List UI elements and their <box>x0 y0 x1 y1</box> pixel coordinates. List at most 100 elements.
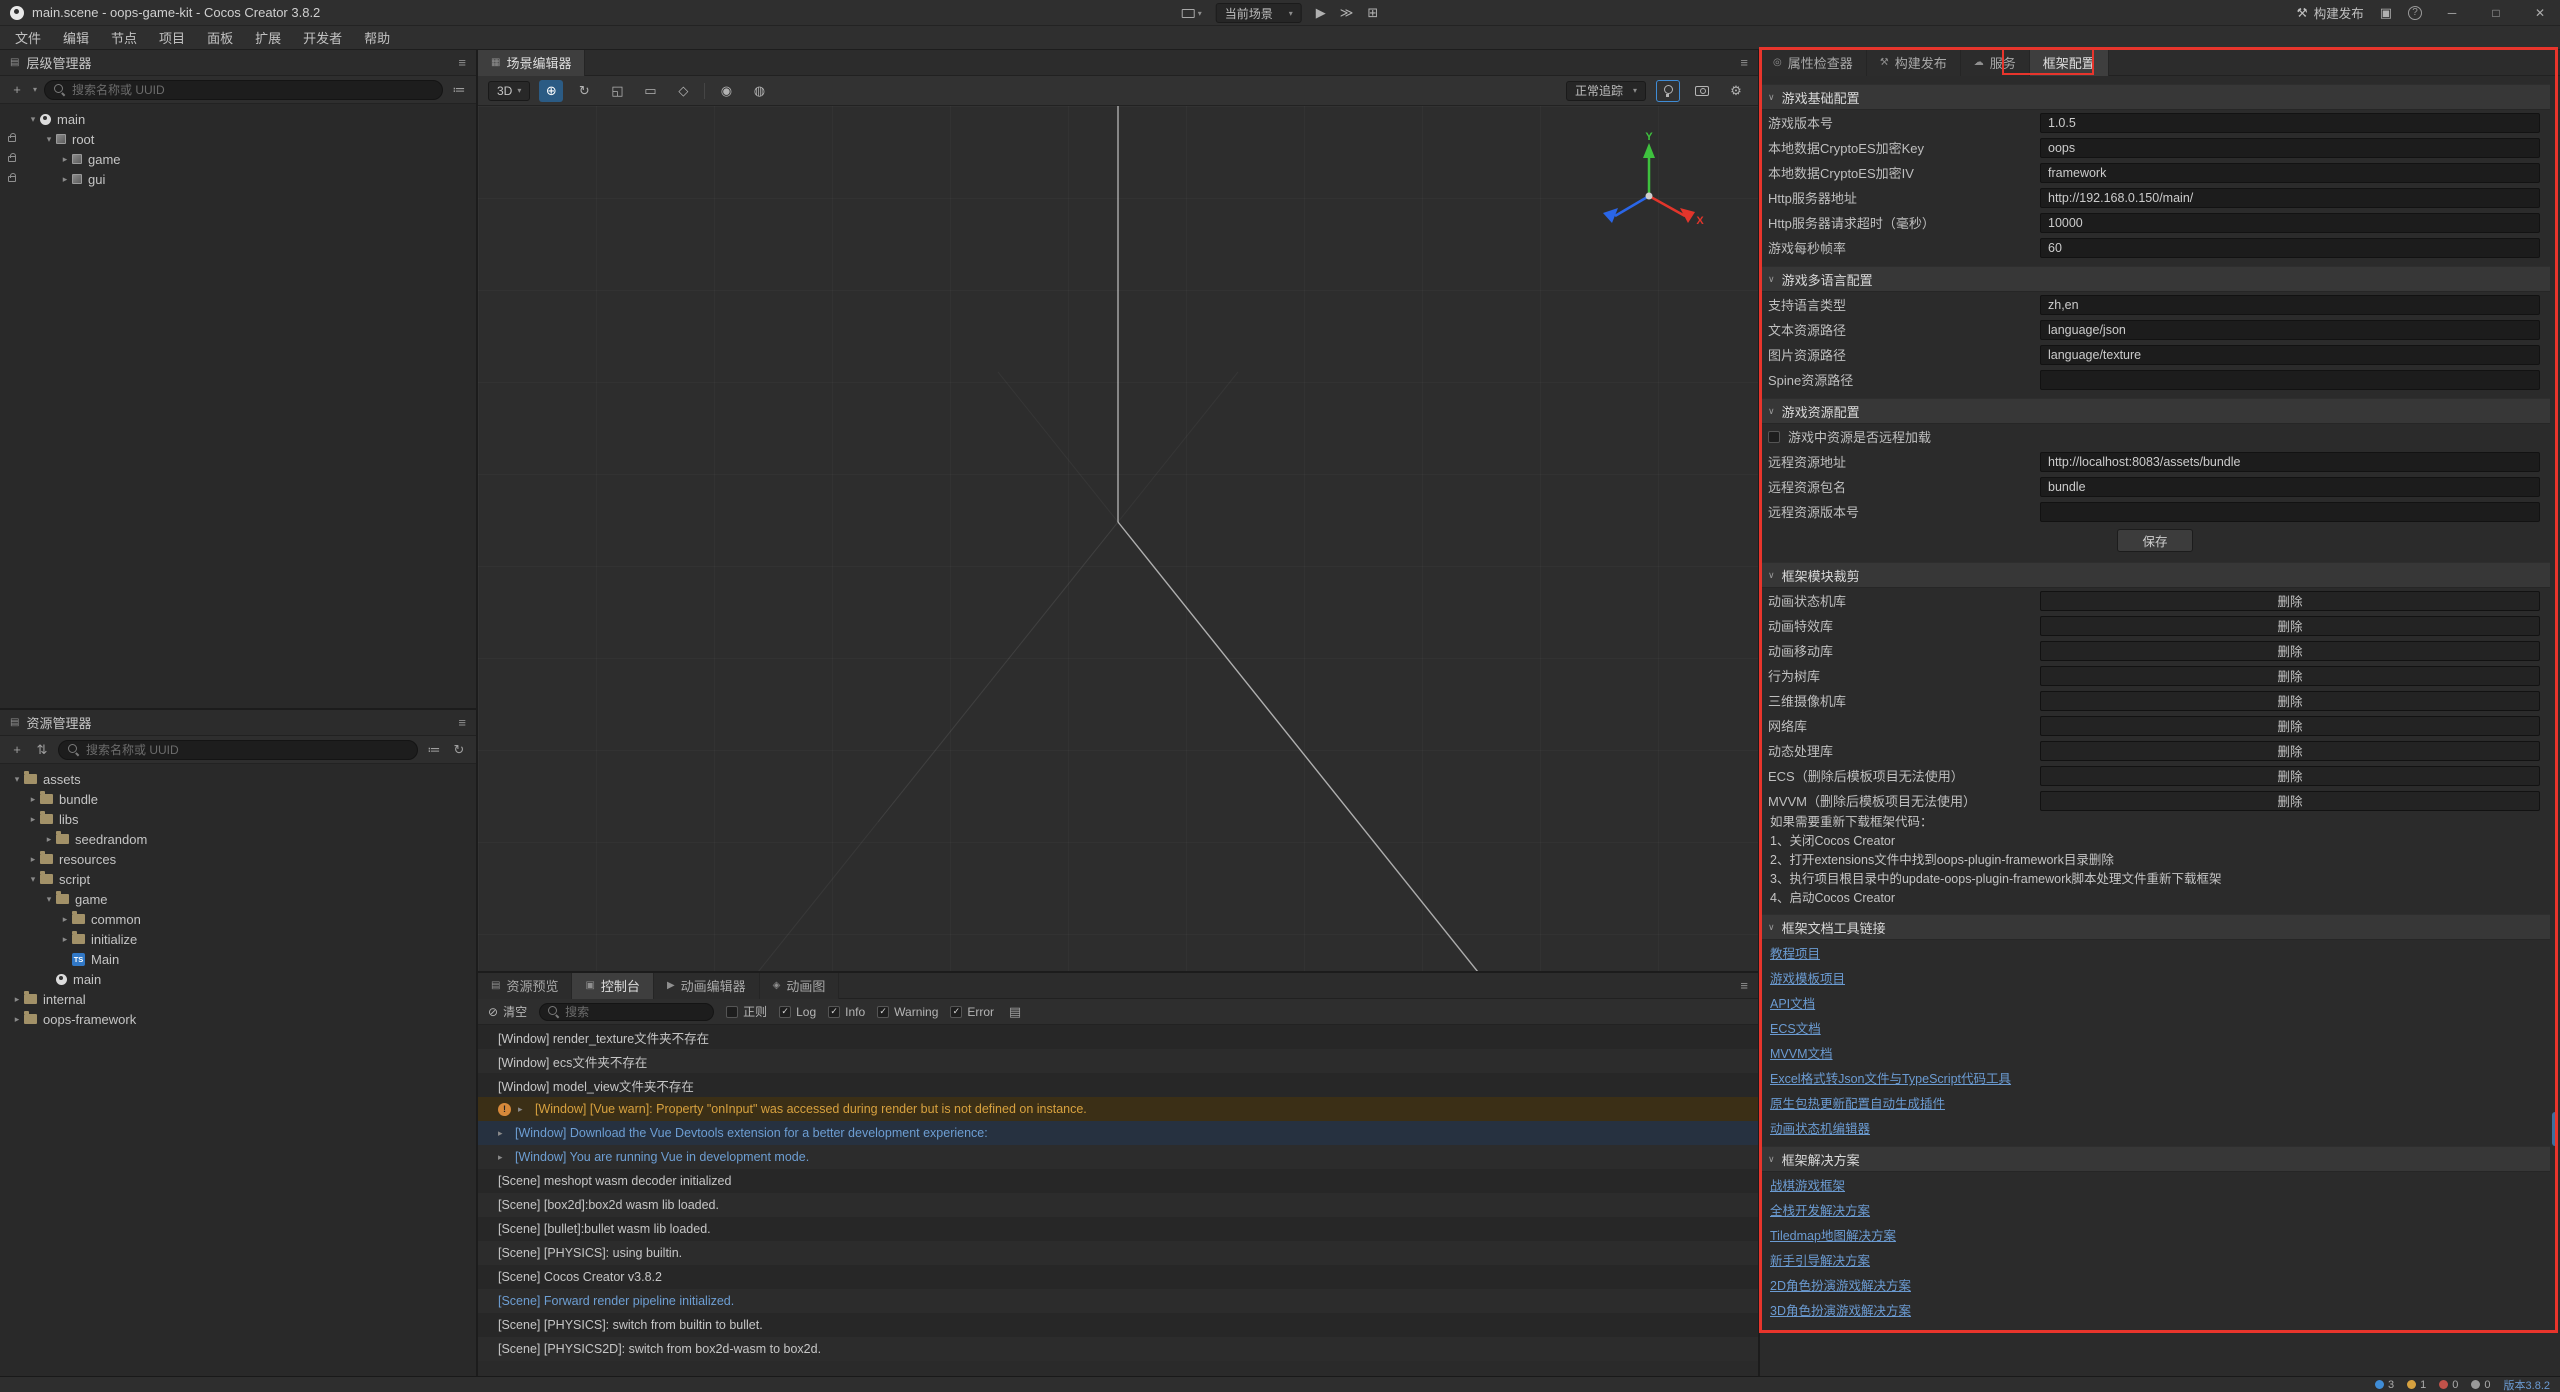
refresh-icon[interactable]: ↻ <box>450 742 468 758</box>
delete-module-button[interactable]: 删除 <box>2040 691 2540 711</box>
expand-arrow-icon[interactable]: ▸ <box>10 994 24 1005</box>
tab-animation-graph[interactable]: ◈动画图 <box>760 973 840 999</box>
light-toggle-icon[interactable] <box>1656 80 1680 102</box>
tab-console[interactable]: ▣控制台 <box>572 973 653 999</box>
expand-arrow-icon[interactable]: ▾ <box>42 134 56 145</box>
log-row[interactable]: [Scene] [bullet]:bullet wasm lib loaded. <box>478 1217 1758 1241</box>
regex-checkbox[interactable]: 正则 <box>726 1003 767 1020</box>
log-row[interactable]: [Scene] Forward render pipeline initiali… <box>478 1289 1758 1313</box>
expand-arrow-icon[interactable]: ▾ <box>42 894 56 905</box>
menu-item[interactable]: 编辑 <box>52 26 100 49</box>
section-header[interactable]: ∨框架文档工具链接 <box>1760 914 2550 940</box>
menu-item[interactable]: 面板 <box>196 26 244 49</box>
error-count-badge[interactable]: 0 <box>2439 1379 2458 1391</box>
doc-link[interactable]: Excel格式转Json文件与TypeScript代码工具 <box>1770 1068 2011 1087</box>
expand-arrow-icon[interactable]: ▾ <box>26 114 40 125</box>
build-publish-button[interactable]: ⚒构建发布 <box>2296 3 2363 22</box>
log-count-badge[interactable]: 3 <box>2375 1379 2394 1391</box>
lock-icon[interactable] <box>8 136 16 142</box>
tree-row[interactable]: ▾root <box>0 129 476 149</box>
log-row[interactable]: [Window] render_texture文件夹不存在 <box>478 1025 1758 1049</box>
save-button[interactable]: 保存 <box>2117 529 2193 552</box>
scene-viewport[interactable]: Y X <box>478 106 1758 971</box>
menu-item[interactable]: 开发者 <box>292 26 353 49</box>
log-row[interactable]: [Scene] [PHYSICS]: switch from builtin t… <box>478 1313 1758 1337</box>
panel-menu-icon[interactable]: ≡ <box>458 715 476 730</box>
log-row[interactable]: [Scene] [PHYSICS]: using builtin. <box>478 1241 1758 1265</box>
rotate-tool-icon[interactable]: ↻ <box>572 80 596 102</box>
delete-module-button[interactable]: 删除 <box>2040 766 2540 786</box>
tab-framework-config[interactable]: 框架配置 <box>2030 50 2109 76</box>
expand-arrow-icon[interactable]: ▸ <box>26 794 40 805</box>
expand-arrow-icon[interactable]: ▸ <box>26 854 40 865</box>
log-row[interactable]: !▸[Window] [Vue warn]: Property "onInput… <box>478 1097 1758 1121</box>
camera-gizmo-icon[interactable] <box>1690 80 1714 102</box>
sort-icon[interactable]: ⇅ <box>33 742 51 758</box>
warning-count-badge[interactable]: 1 <box>2407 1379 2426 1391</box>
expand-arrow-icon[interactable]: ▸ <box>58 934 72 945</box>
doc-link[interactable]: API文档 <box>1770 993 1815 1012</box>
console-search-input[interactable]: 搜索 <box>539 1003 714 1021</box>
log-row[interactable]: ▸[Window] Download the Vue Devtools exte… <box>478 1121 1758 1145</box>
doc-link[interactable]: 2D角色扮演游戏解决方案 <box>1770 1275 1911 1294</box>
clear-console-button[interactable]: ⊘清空 <box>488 1003 527 1020</box>
doc-link[interactable]: MVVM文档 <box>1770 1043 1833 1062</box>
tree-row[interactable]: ▸oops-framework <box>0 1009 476 1029</box>
tree-row[interactable]: ▾game <box>0 889 476 909</box>
view-gizmo[interactable]: Y X <box>1591 130 1706 245</box>
tab-scene-editor[interactable]: ▦ 场景编辑器 <box>478 50 585 76</box>
expand-arrow-icon[interactable]: ▸ <box>26 814 40 825</box>
device-preview-button[interactable]: ▾ <box>1182 9 1202 18</box>
property-input[interactable]: bundle <box>2040 477 2540 497</box>
doc-link[interactable]: 全栈开发解决方案 <box>1770 1200 1870 1219</box>
add-node-button[interactable]: + <box>8 82 26 97</box>
gizmo-tool-icon[interactable]: ◇ <box>671 80 695 102</box>
menu-item[interactable]: 项目 <box>148 26 196 49</box>
scene-settings-gear-icon[interactable]: ⚙ <box>1724 80 1748 102</box>
play-button[interactable]: ▶ <box>1316 5 1326 21</box>
tree-row[interactable]: ▸seedrandom <box>0 829 476 849</box>
filter-error-checkbox[interactable]: Error <box>950 1005 994 1019</box>
pivot-toggle-icon[interactable]: ◉ <box>714 80 738 102</box>
panel-menu-icon[interactable]: ≡ <box>1740 55 1758 70</box>
expand-arrow-icon[interactable]: ▸ <box>58 154 72 165</box>
expand-icon[interactable]: ▸ <box>518 1104 528 1115</box>
expand-arrow-icon[interactable]: ▾ <box>10 774 24 785</box>
menu-item[interactable]: 文件 <box>4 26 52 49</box>
screenshot-icon[interactable]: ▣ <box>2380 5 2392 21</box>
filter-log-checkbox[interactable]: Log <box>779 1005 816 1019</box>
expand-icon[interactable]: ▸ <box>498 1152 508 1163</box>
property-input[interactable]: language/json <box>2040 320 2540 340</box>
tab-asset-preview[interactable]: ▤资源预览 <box>478 973 572 999</box>
doc-link[interactable]: 新手引导解决方案 <box>1770 1250 1870 1269</box>
log-row[interactable]: [Scene] [PHYSICS2D]: switch from box2d-w… <box>478 1337 1758 1361</box>
doc-link[interactable]: 动画状态机编辑器 <box>1770 1118 1870 1137</box>
menu-item[interactable]: 扩展 <box>244 26 292 49</box>
rect-tool-icon[interactable]: ▭ <box>638 80 662 102</box>
tree-row[interactable]: ▸game <box>0 149 476 169</box>
log-row[interactable]: [Scene] [box2d]:box2d wasm lib loaded. <box>478 1193 1758 1217</box>
property-input[interactable]: http://localhost:8083/assets/bundle <box>2040 452 2540 472</box>
menu-item[interactable]: 帮助 <box>353 26 401 49</box>
delete-module-button[interactable]: 删除 <box>2040 716 2540 736</box>
preview-scene-select[interactable]: 当前场景 ▾ <box>1216 3 1302 23</box>
hierarchy-search-input[interactable]: 搜索名称或 UUID <box>44 80 443 100</box>
property-input[interactable]: http://192.168.0.150/main/ <box>2040 188 2540 208</box>
maximize-button[interactable]: □ <box>2482 6 2510 20</box>
delete-module-button[interactable]: 删除 <box>2040 591 2540 611</box>
property-input[interactable]: zh,en <box>2040 295 2540 315</box>
preview-grid-button[interactable]: ⊞ <box>1367 5 1378 21</box>
expand-arrow-icon[interactable]: ▾ <box>26 874 40 885</box>
tree-row[interactable]: ▸initialize <box>0 929 476 949</box>
step-button[interactable]: ≫ <box>1340 5 1354 21</box>
filter-warning-checkbox[interactable]: Warning <box>877 1005 938 1019</box>
section-header[interactable]: ∨框架模块裁剪 <box>1760 562 2550 588</box>
doc-link[interactable]: ECS文档 <box>1770 1018 1821 1037</box>
copy-log-icon[interactable]: ▤ <box>1006 1004 1024 1020</box>
log-row[interactable]: ▸[Window] You are running Vue in develop… <box>478 1145 1758 1169</box>
expand-icon[interactable]: ▸ <box>498 1128 508 1139</box>
log-row[interactable]: [Scene] Cocos Creator v3.8.2 <box>478 1265 1758 1289</box>
tree-row[interactable]: ▸gui <box>0 169 476 189</box>
tree-row[interactable]: main <box>0 969 476 989</box>
delete-module-button[interactable]: 删除 <box>2040 741 2540 761</box>
